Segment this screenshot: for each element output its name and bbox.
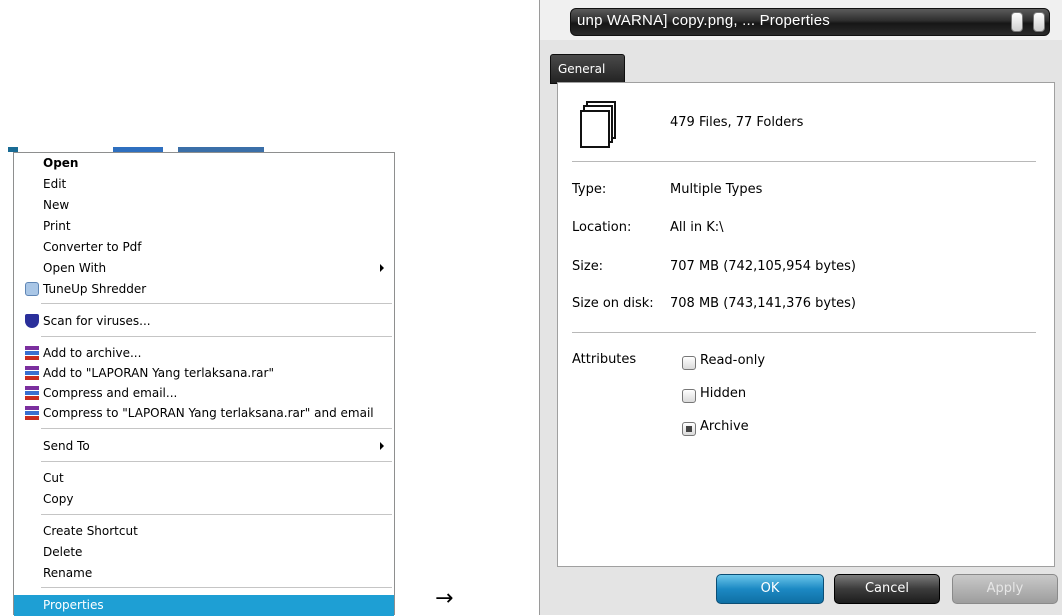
menu-item-rename[interactable]: Rename [14, 563, 394, 583]
menu-item-edit[interactable]: Edit [14, 174, 394, 194]
menu-separator [41, 461, 392, 462]
menu-separator [41, 587, 392, 588]
menu-item-label: Open With [43, 261, 107, 275]
menu-item-label: Edit [43, 177, 67, 191]
hidden-label[interactable]: Hidden [700, 386, 746, 401]
menu-item-label: Create Shortcut [43, 524, 138, 538]
menu-item-label: Cut [43, 471, 64, 485]
tab-general[interactable]: General [550, 54, 625, 84]
archive-checkbox[interactable] [682, 422, 696, 436]
submenu-arrow-icon [380, 442, 384, 450]
menu-item-tuneup-shredder[interactable]: TuneUp Shredder [14, 279, 394, 299]
multiple-files-icon [578, 101, 618, 149]
menu-item-copy[interactable]: Copy [14, 489, 394, 509]
menu-item-open-with[interactable]: Open With [14, 258, 394, 278]
menu-item-label: Print [43, 219, 71, 233]
cancel-button[interactable]: Cancel [834, 574, 940, 604]
menu-item-label: Add to "LAPORAN Yang terlaksana.rar" [43, 366, 274, 380]
title-pill[interactable]: unp WARNA] copy.png, ... Properties [570, 8, 1050, 36]
menu-item-label: Compress and email... [43, 386, 178, 400]
properties-window: unp WARNA] copy.png, ... Properties Gene… [539, 0, 1062, 615]
menu-item-label: Scan for viruses... [43, 314, 151, 328]
menu-item-delete[interactable]: Delete [14, 542, 394, 562]
menu-item-converter-to-pdf[interactable]: Converter to Pdf [14, 237, 394, 257]
menu-item-compress-and-email[interactable]: Compress and email... [14, 383, 394, 403]
menu-item-properties[interactable]: Properties [14, 595, 394, 616]
ok-button[interactable]: OK [716, 574, 824, 604]
menu-separator [41, 428, 392, 429]
attributes-label: Attributes [572, 352, 637, 367]
menu-item-label: Properties [43, 598, 104, 612]
menu-item-open[interactable]: Open [14, 153, 394, 173]
property-value: 707 MB (742,105,954 bytes) [670, 259, 857, 274]
menu-item-label: TuneUp Shredder [43, 282, 147, 296]
menu-item-send-to[interactable]: Send To [14, 436, 394, 456]
menu-item-print[interactable]: Print [14, 216, 394, 236]
menu-separator [41, 336, 392, 337]
hidden-checkbox[interactable] [682, 389, 696, 403]
archive-label[interactable]: Archive [700, 419, 749, 434]
property-value: 708 MB (743,141,376 bytes) [670, 296, 857, 311]
general-panel: 479 Files, 77 Folders Type: Multiple Typ… [557, 82, 1055, 567]
submenu-arrow-icon [380, 264, 384, 272]
menu-item-label: Add to archive... [43, 346, 142, 360]
winrar-icon [25, 386, 39, 400]
divider [572, 161, 1036, 162]
menu-item-cut[interactable]: Cut [14, 468, 394, 488]
shield-icon [25, 314, 39, 328]
read-only-checkbox[interactable] [682, 356, 696, 370]
selection-summary: 479 Files, 77 Folders [670, 115, 804, 130]
property-key: Location: [572, 220, 632, 235]
context-menu: Open Edit New Print Converter to Pdf Ope… [13, 152, 395, 616]
divider [572, 332, 1036, 333]
winrar-icon [25, 346, 39, 360]
menu-item-label: Compress to "LAPORAN Yang terlaksana.rar… [43, 406, 374, 420]
menu-item-create-shortcut[interactable]: Create Shortcut [14, 521, 394, 541]
menu-item-label: Delete [43, 545, 83, 559]
read-only-label[interactable]: Read-only [700, 353, 765, 368]
menu-item-add-to-archive[interactable]: Add to archive... [14, 343, 394, 363]
winrar-icon [25, 406, 39, 420]
property-value: All in K:\ [670, 220, 724, 235]
menu-item-compress-to-rar-and-email[interactable]: Compress to "LAPORAN Yang terlaksana.rar… [14, 403, 394, 423]
property-key: Size: [572, 259, 604, 274]
menu-item-new[interactable]: New [14, 195, 394, 215]
menu-item-label: New [43, 198, 70, 212]
menu-separator [41, 303, 392, 304]
shredder-icon [25, 282, 39, 296]
property-key: Type: [572, 182, 607, 197]
apply-button[interactable]: Apply [952, 574, 1058, 604]
menu-item-label: Copy [43, 492, 74, 506]
title-bar: unp WARNA] copy.png, ... Properties [540, 0, 1062, 40]
menu-item-label: Rename [43, 566, 93, 580]
menu-item-label: Send To [43, 439, 90, 453]
menu-separator [41, 514, 392, 515]
property-value: Multiple Types [670, 182, 763, 197]
menu-item-scan-for-viruses[interactable]: Scan for viruses... [14, 311, 394, 331]
window-title: unp WARNA] copy.png, ... Properties [577, 12, 830, 29]
close-button[interactable] [1033, 12, 1045, 32]
property-key: Size on disk: [572, 296, 654, 311]
menu-item-add-to-rar[interactable]: Add to "LAPORAN Yang terlaksana.rar" [14, 363, 394, 383]
help-button[interactable] [1011, 12, 1023, 32]
transition-arrow: → [435, 586, 454, 611]
menu-item-label: Open [43, 156, 79, 170]
menu-item-label: Converter to Pdf [43, 240, 142, 254]
winrar-icon [25, 366, 39, 380]
